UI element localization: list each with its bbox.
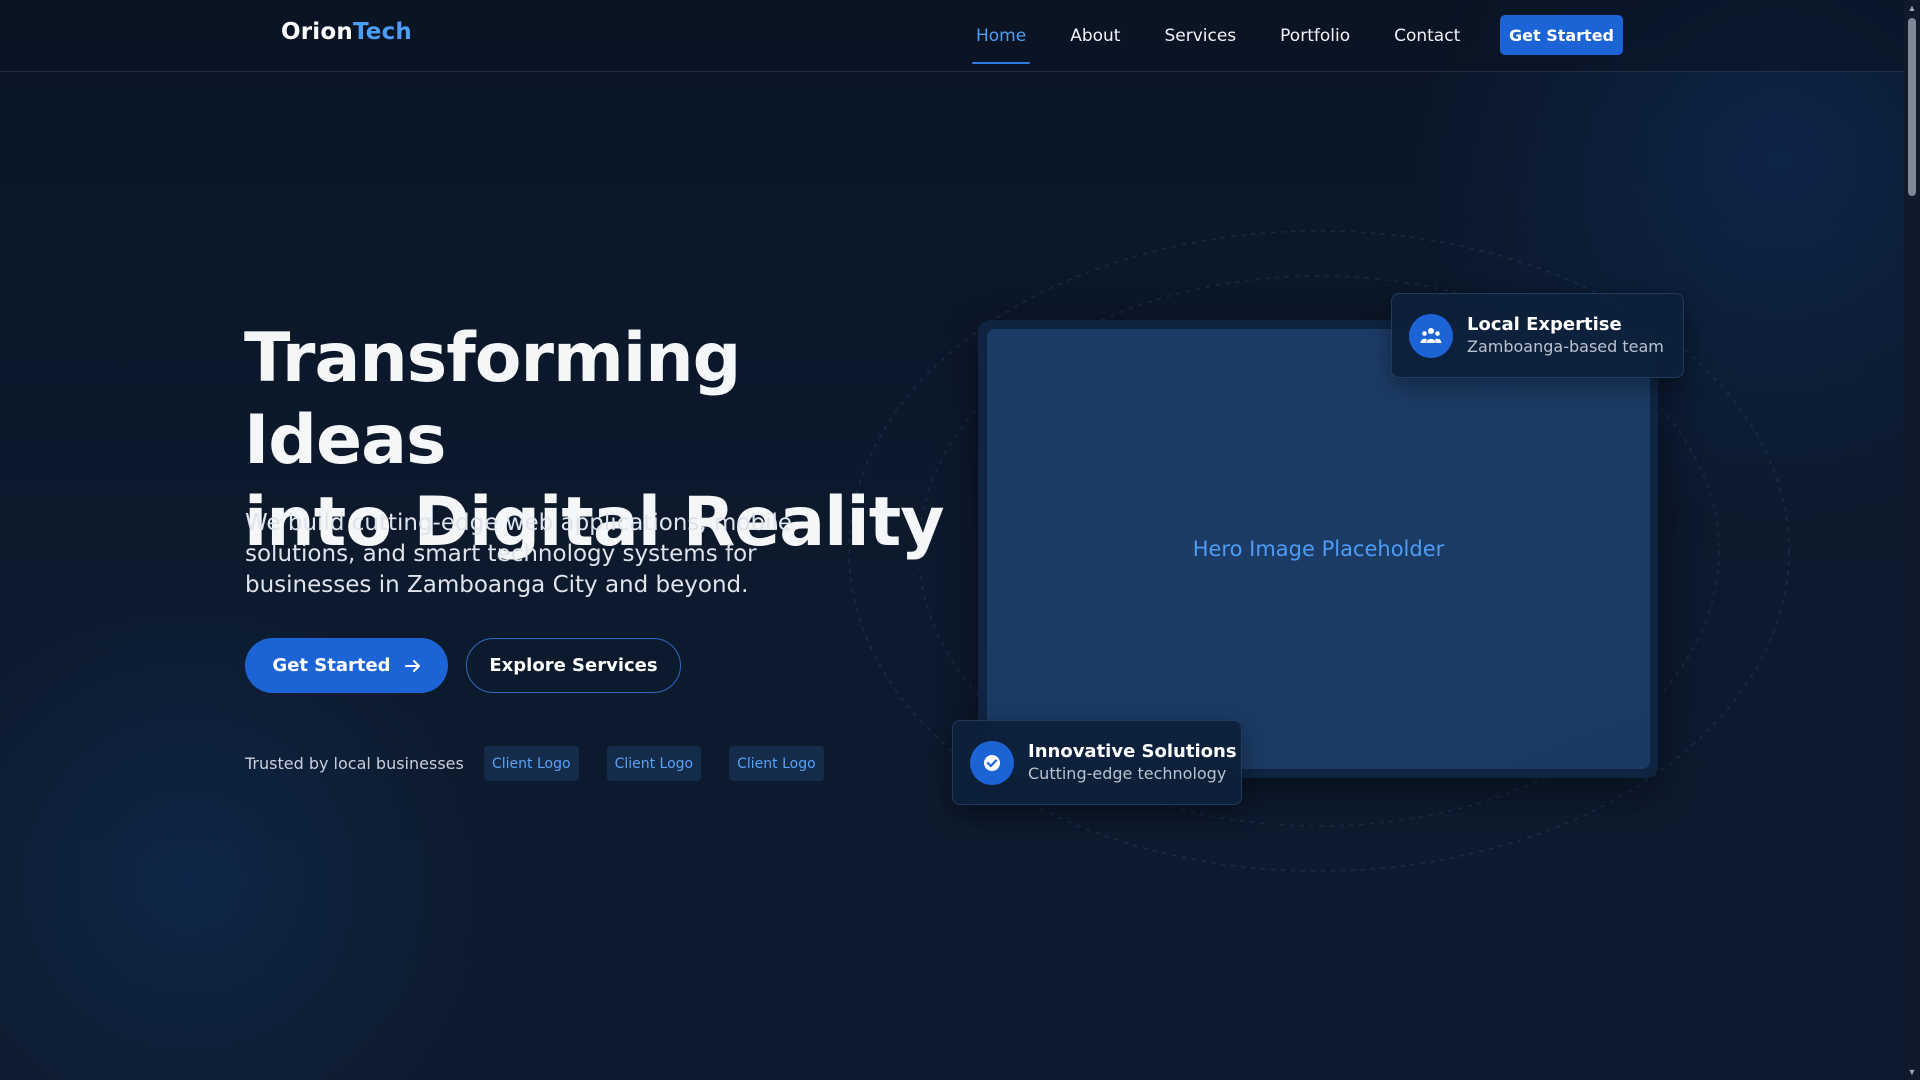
get-started-button[interactable]: Get Started [245,638,448,693]
hero-image-placeholder: Hero Image Placeholder [987,329,1650,769]
client-logo: Client Logo [484,746,579,781]
innovative-solutions-title: Innovative Solutions [1028,741,1237,762]
scroll-down-icon[interactable]: ▼ [1907,1067,1917,1077]
nav-link-contact[interactable]: Contact [1394,26,1460,46]
explore-services-button[interactable]: Explore Services [466,638,681,693]
navbar: OrionTech Home About Services Portfolio … [0,0,1904,72]
scroll-up-icon[interactable]: ▲ [1907,3,1917,13]
client-logo: Client Logo [606,746,702,781]
nav-link-home[interactable]: Home [971,26,1031,64]
hero-subtitle: We build cutting-edge web applications, … [245,510,793,598]
page: OrionTech Home About Services Portfolio … [0,0,1920,1080]
get-started-label: Get Started [272,655,391,676]
nav-get-started-button[interactable]: Get Started [1500,15,1623,55]
hero-image-label: Hero Image Placeholder [1192,537,1445,561]
nav-links: Home About Services Portfolio Contact [971,0,1504,72]
brand-name-part2: Tech [352,19,413,45]
client-logo: Client Logo [729,746,824,781]
trusted-text: Trusted by local businesses [245,754,464,773]
check-circle-icon [970,740,1014,785]
local-expertise-title: Local Expertise [1467,314,1622,335]
client-logos: Client Logo Client Logo Client Logo [484,746,824,781]
local-expertise-subtitle: Zamboanga-based team [1467,337,1664,356]
nav-link-about[interactable]: About [1070,26,1120,46]
users-icon [1409,313,1453,358]
hero-title-line1: Transforming Ideas [244,319,741,480]
brand-logo[interactable]: OrionTech [281,19,412,45]
innovative-solutions-card: Innovative Solutions Cutting-edge techno… [952,720,1242,805]
innovative-solutions-subtitle: Cutting-edge technology [1028,764,1227,783]
nav-link-portfolio[interactable]: Portfolio [1280,26,1350,46]
arrow-right-icon [404,659,420,672]
scrollbar[interactable]: ▲ ▼ [1904,0,1920,1080]
brand-name-part1: Orion [281,19,353,45]
nav-link-services[interactable]: Services [1164,26,1236,46]
scroll-thumb[interactable] [1908,18,1916,196]
local-expertise-card: Local Expertise Zamboanga-based team [1391,293,1684,378]
